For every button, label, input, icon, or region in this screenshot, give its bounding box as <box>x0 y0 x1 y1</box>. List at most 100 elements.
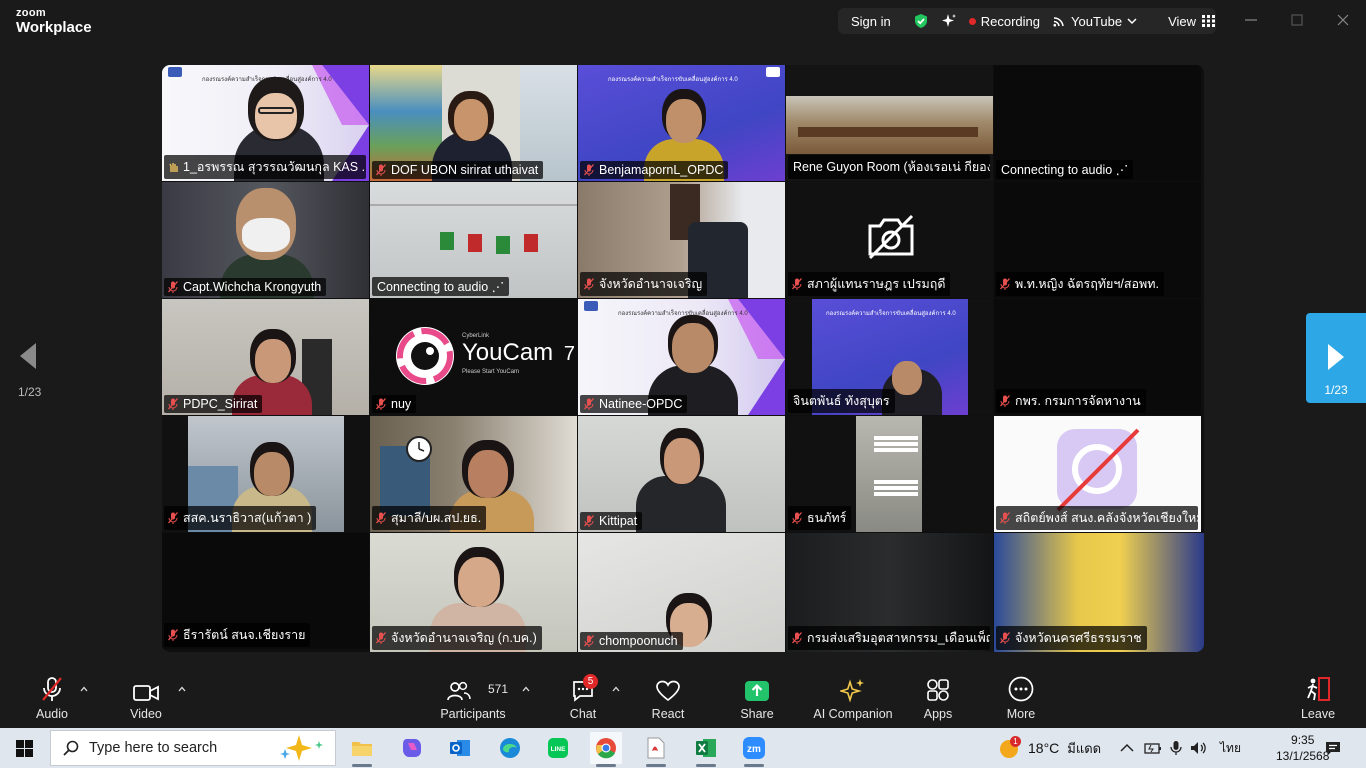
video-tile[interactable]: จังหวัดอำนาจเจริญ (ก.บค.) <box>370 533 577 652</box>
page-indicator-right: 1/23 <box>1324 383 1348 397</box>
notification-icon[interactable] <box>1325 740 1341 756</box>
chrome-icon <box>596 738 616 759</box>
leave-label: Leave <box>1300 707 1336 721</box>
mic-off-icon <box>168 629 178 641</box>
mic-off-icon <box>1000 632 1010 644</box>
recording-indicator[interactable]: Recording <box>968 14 1040 29</box>
camera-off-icon <box>868 214 914 260</box>
copilot-app[interactable] <box>396 732 428 764</box>
pdf-app[interactable] <box>640 732 672 767</box>
participants-options-chevron-icon[interactable] <box>522 686 530 692</box>
react-label: React <box>651 707 685 721</box>
input-language[interactable]: ไทย <box>1220 739 1241 758</box>
participant-name: กพร. กรมการจัดหางาน <box>996 389 1146 413</box>
video-tile[interactable]: Capt.Wichcha Krongyuth <box>162 182 369 298</box>
video-options-chevron-icon[interactable] <box>178 686 186 692</box>
video-tile[interactable]: จังหวัดอำนาจเจริญ <box>578 182 785 298</box>
participants-count: 571 <box>488 682 509 696</box>
maximize-icon[interactable] <box>1289 12 1305 28</box>
mic-off-icon <box>168 512 178 524</box>
leave-door-icon <box>1307 677 1330 701</box>
banner-text: กองรณรงค์ความสำเร็จการขับเคลื่อนสู่องค์ก… <box>608 77 738 83</box>
taskbar-search[interactable]: Type here to search <box>50 730 336 766</box>
ai-companion-button[interactable]: AI Companion <box>812 676 894 721</box>
video-tile[interactable]: พ.ท.หญิง ฉัตรฤทัยฯ/สอพท. <box>994 182 1201 298</box>
video-tile[interactable]: chompoonuch <box>578 533 785 652</box>
shield-check-icon[interactable] <box>913 13 929 29</box>
close-icon[interactable] <box>1335 12 1351 28</box>
search-placeholder: Type here to search <box>89 740 218 756</box>
video-tile[interactable]: จังหวัดนครศรีธรรมราช <box>994 533 1204 652</box>
chrome-app[interactable] <box>590 732 622 767</box>
apps-button[interactable]: Apps <box>920 676 956 721</box>
video-tile[interactable]: Kittipat <box>578 416 785 532</box>
chat-button[interactable]: 5 Chat <box>566 674 600 721</box>
line-icon: LINE <box>548 738 568 758</box>
video-tile[interactable]: Rene Guyon Room (ห้องเรอเน่ กียอง) <box>786 65 993 181</box>
speaker-icon[interactable] <box>1190 741 1208 755</box>
video-tile[interactable]: กรมส่งเสริมอุตสาหกรรม_เดือนเพ็ญ <box>786 533 993 652</box>
participant-name: สุมาลี/บผ.สป.ยธ. <box>372 506 487 530</box>
video-tile[interactable]: Connecting to audio ⋰ <box>994 65 1201 181</box>
video-tile[interactable]: สภาผู้แทนราษฎร เปรมฤดี <box>786 182 993 298</box>
audio-button[interactable]: Audio <box>30 676 74 721</box>
share-screen-icon <box>745 681 769 701</box>
recording-dot-icon <box>968 17 976 25</box>
sign-in-button[interactable]: Sign in <box>851 14 891 29</box>
mic-off-icon <box>792 632 802 644</box>
participant-name: Kittipat <box>580 512 643 530</box>
video-tile[interactable]: กองรณรงค์ความสำเร็จการขับเคลื่อนสู่องค์ก… <box>578 299 785 415</box>
youcam-subtitle: Please Start YouCam <box>462 369 520 375</box>
svg-text:LINE: LINE <box>551 746 566 753</box>
line-app[interactable]: LINE <box>542 732 574 764</box>
battery-icon[interactable] <box>1144 741 1162 755</box>
video-tile[interactable]: กพร. กรมการจัดหางาน <box>994 299 1201 415</box>
video-tile[interactable]: สุมาลี/บผ.สป.ยธ. <box>370 416 577 532</box>
participants-button[interactable]: 571 Participants <box>440 676 509 721</box>
apps-label: Apps <box>923 707 953 721</box>
windows-start-icon[interactable] <box>16 740 33 757</box>
logo-top: zoom <box>16 7 46 19</box>
mic-off-icon <box>792 278 802 290</box>
share-button[interactable]: Share <box>738 676 776 721</box>
leave-button[interactable]: Leave <box>1298 676 1338 721</box>
clock[interactable]: 9:35 13/1/2568 <box>1276 732 1329 764</box>
video-tile[interactable]: สสค.นราธิวาส(แก้วตา ) <box>162 416 369 532</box>
participant-name: ธนภัทร์ <box>788 506 852 530</box>
video-camera-icon <box>133 685 159 701</box>
search-icon <box>63 740 79 756</box>
excel-app[interactable] <box>690 732 722 767</box>
sparkle-icon[interactable] <box>941 13 957 29</box>
video-tile[interactable]: กองรณรงค์ความสำเร็จการขับเคลื่อนสู่องค์ก… <box>578 65 785 181</box>
svg-text:zm: zm <box>747 744 761 755</box>
video-tile[interactable]: ธีรารัตน์ สนจ.เชียงราย <box>162 533 369 649</box>
video-tile[interactable]: Connecting to audio ⋰ <box>370 182 577 298</box>
chat-options-chevron-icon[interactable] <box>612 686 620 692</box>
more-button[interactable]: More <box>1002 676 1040 721</box>
chevron-up-icon[interactable] <box>1120 743 1134 753</box>
previous-page-button[interactable]: 1/23 <box>18 342 41 399</box>
audio-options-chevron-icon[interactable] <box>80 686 88 692</box>
file-explorer-app[interactable] <box>346 732 378 767</box>
edge-app[interactable] <box>494 732 526 764</box>
weather-widget[interactable]: 1 18°C มีแดด <box>998 728 1101 768</box>
next-page-button[interactable]: 1/23 <box>1306 313 1366 403</box>
video-button[interactable]: Video <box>124 676 168 721</box>
video-tile[interactable]: กองรณรงค์ความสำเร็จการขับเคลื่อนสู่องค์ก… <box>162 65 369 181</box>
view-button[interactable]: View <box>1168 14 1216 29</box>
zoom-app[interactable]: zm <box>738 732 770 767</box>
raised-hand-icon <box>169 163 178 172</box>
outlook-app[interactable] <box>444 732 476 764</box>
participant-name: Connecting to audio ⋰ <box>372 277 510 296</box>
participant-name: Capt.Wichcha Krongyuth <box>164 278 327 296</box>
video-tile[interactable]: สถิตย์พงส์ สนง.คลังจังหวัดเชียงใหม่ <box>994 416 1201 532</box>
video-tile[interactable]: กองรณรงค์ความสำเร็จการขับเคลื่อนสู่องค์ก… <box>786 299 993 415</box>
livestream-button[interactable]: YouTube <box>1053 14 1142 29</box>
video-tile[interactable]: DOF UBON sirirat uthaivat <box>370 65 577 181</box>
minimize-icon[interactable] <box>1243 12 1259 28</box>
microphone-icon[interactable] <box>1170 740 1182 756</box>
video-tile[interactable]: ธนภัทร์ <box>786 416 993 532</box>
video-tile[interactable]: PDPC_Sirirat <box>162 299 369 415</box>
react-button[interactable]: React <box>648 676 688 721</box>
video-tile[interactable]: YouCam 7 CyberLink Please Start YouCam n… <box>370 299 577 415</box>
